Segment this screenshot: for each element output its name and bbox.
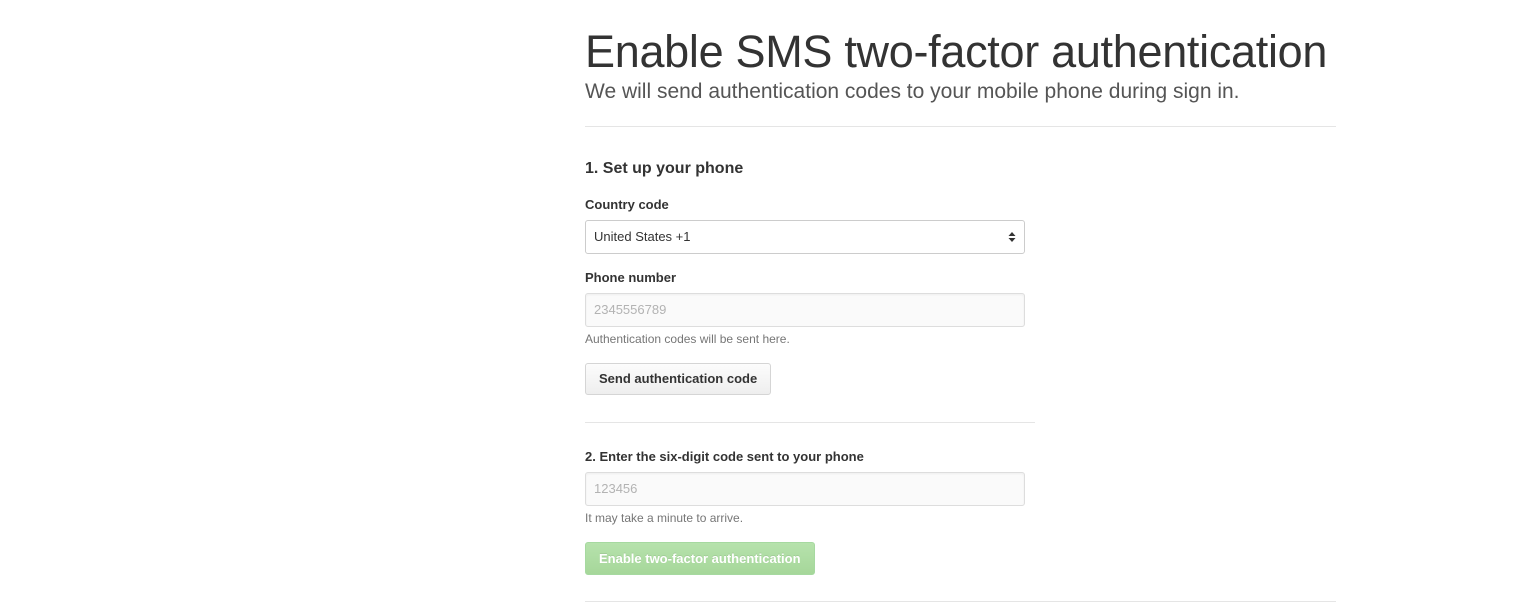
page: Enable SMS two-factor authentication We …	[0, 0, 1536, 603]
phone-number-placeholder: 2345556789	[594, 302, 667, 317]
enable-two-factor-button[interactable]: Enable two-factor authentication	[585, 542, 815, 575]
phone-number-hint: Authentication codes will be sent here.	[585, 332, 790, 346]
country-code-label: Country code	[585, 197, 669, 212]
country-code-select[interactable]: United States +1	[585, 220, 1025, 254]
page-title: Enable SMS two-factor authentication	[585, 26, 1328, 77]
verification-code-placeholder: 123456	[594, 481, 638, 496]
phone-number-input[interactable]: 2345556789	[585, 293, 1025, 327]
footer-divider	[585, 601, 1336, 602]
phone-number-label: Phone number	[585, 270, 677, 285]
verification-code-input[interactable]: 123456	[585, 472, 1025, 506]
send-authentication-code-button[interactable]: Send authentication code	[585, 363, 772, 395]
step2-heading: 2. Enter the six-digit code sent to your…	[585, 449, 864, 464]
header-divider	[585, 126, 1336, 127]
step-divider	[585, 422, 1035, 423]
page-subtitle: We will send authentication codes to you…	[585, 80, 1240, 103]
country-code-value: United States +1	[594, 229, 691, 244]
select-updown-icon	[1008, 232, 1016, 242]
step1-heading: 1. Set up your phone	[585, 160, 744, 177]
verification-code-hint: It may take a minute to arrive.	[585, 511, 744, 525]
